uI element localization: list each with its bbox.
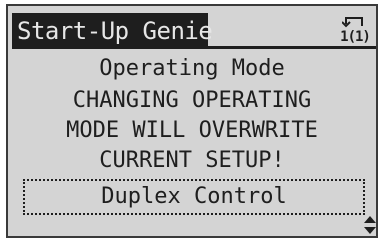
title-underline xyxy=(208,46,376,49)
menu-level-indicator: 1(1) xyxy=(336,16,374,46)
warning-line-2: MODE WILL OVERWRITE xyxy=(66,118,318,143)
parameter-name: Operating Mode xyxy=(99,56,285,81)
display-bezel: Start-Up Genie 1(1) Operating Mode CHANG… xyxy=(0,0,383,242)
warning-line-1: CHANGING OPERATING xyxy=(72,88,312,113)
warning-line-3: CURRENT SETUP! xyxy=(99,148,285,173)
screen-title: Start-Up Genie xyxy=(12,13,213,49)
parameter-value-selector[interactable]: Duplex Control xyxy=(23,179,365,215)
up-down-scroll-icon xyxy=(364,216,376,234)
lcp-display: Start-Up Genie 1(1) Operating Mode CHANG… xyxy=(6,4,378,238)
menu-level-text: 1(1) xyxy=(340,29,371,45)
